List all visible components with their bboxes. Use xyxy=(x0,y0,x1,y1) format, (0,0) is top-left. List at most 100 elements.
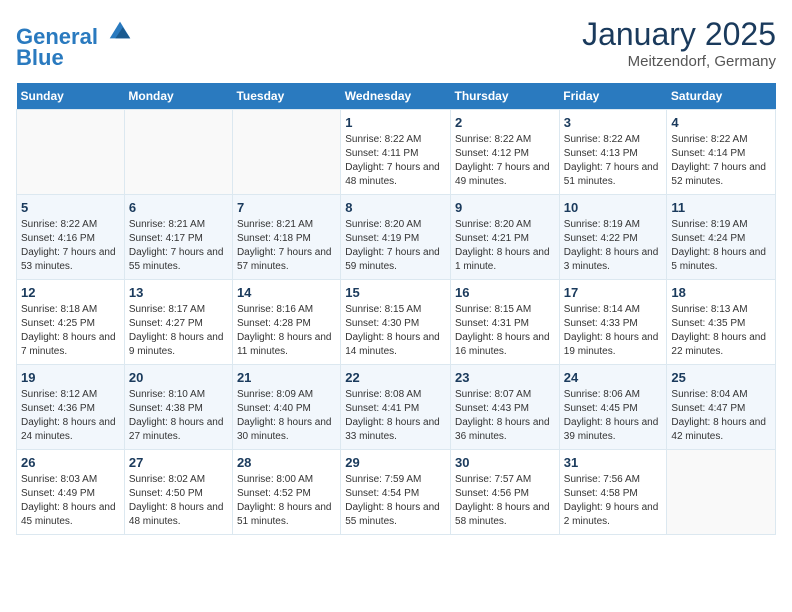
calendar-cell: 30 Sunrise: 7:57 AMSunset: 4:56 PMDayligh… xyxy=(451,450,560,535)
weekday-header-wednesday: Wednesday xyxy=(341,83,451,110)
day-number: 16 xyxy=(455,285,555,300)
day-info: Sunrise: 8:02 AMSunset: 4:50 PMDaylight:… xyxy=(129,473,228,529)
page-header: General Blue January 2025 Meitzendorf, G… xyxy=(16,16,776,71)
calendar-cell: 8Sunrise: 8:20 AMSunset: 4:19 PMDaylight… xyxy=(341,195,451,280)
title-area: January 2025 Meitzendorf, Germany xyxy=(582,16,776,70)
day-number: 1 xyxy=(345,115,446,130)
day-info: Sunrise: 8:22 AMSunset: 4:14 PMDaylight:… xyxy=(671,133,771,189)
calendar-week-row: 1 Sunrise: 8:22 AMSunset: 4:11 PMDaylight… xyxy=(17,110,776,195)
weekday-header-sunday: Sunday xyxy=(17,83,125,110)
calendar-week-row: 19 Sunrise: 8:12 AMSunset: 4:36 PMDayligh… xyxy=(17,365,776,450)
location-title: Meitzendorf, Germany xyxy=(582,53,776,70)
day-info: Sunrise: 7:57 AMSunset: 4:56 PMDaylight:… xyxy=(455,473,555,529)
calendar-cell: 4 Sunrise: 8:22 AMSunset: 4:14 PMDaylight… xyxy=(667,110,776,195)
calendar-cell: 3 Sunrise: 8:22 AMSunset: 4:13 PMDaylight… xyxy=(559,110,667,195)
day-info: Sunrise: 8:14 AMSunset: 4:33 PMDaylight:… xyxy=(564,303,663,359)
calendar-cell: 5Sunrise: 8:22 AMSunset: 4:16 PMDaylight… xyxy=(17,195,125,280)
calendar-cell xyxy=(232,110,340,195)
day-info: Sunrise: 8:16 AMSunset: 4:28 PMDaylight:… xyxy=(237,303,336,359)
day-info: Sunrise: 8:03 AMSunset: 4:49 PMDaylight:… xyxy=(21,473,120,529)
day-number: 20 xyxy=(129,370,228,385)
day-number: 22 xyxy=(345,370,446,385)
calendar-cell: 6 Sunrise: 8:21 AMSunset: 4:17 PMDaylight… xyxy=(124,195,232,280)
day-info: Sunrise: 8:10 AMSunset: 4:38 PMDaylight:… xyxy=(129,388,228,444)
day-number: 29 xyxy=(345,455,446,470)
day-number: 2 xyxy=(455,115,555,130)
day-number: 23 xyxy=(455,370,555,385)
day-number: 13 xyxy=(129,285,228,300)
day-info: Sunrise: 8:19 AMSunset: 4:22 PMDaylight:… xyxy=(564,218,663,274)
day-number: 12 xyxy=(21,285,120,300)
day-number: 24 xyxy=(564,370,663,385)
calendar-cell: 9 Sunrise: 8:20 AMSunset: 4:21 PMDaylight… xyxy=(451,195,560,280)
calendar-cell: 31 Sunrise: 7:56 AMSunset: 4:58 PMDayligh… xyxy=(559,450,667,535)
day-number: 18 xyxy=(671,285,771,300)
calendar-cell: 11 Sunrise: 8:19 AMSunset: 4:24 PMDayligh… xyxy=(667,195,776,280)
day-info: Sunrise: 8:12 AMSunset: 4:36 PMDaylight:… xyxy=(21,388,120,444)
day-info: Sunrise: 8:22 AMSunset: 4:12 PMDaylight:… xyxy=(455,133,555,189)
day-number: 30 xyxy=(455,455,555,470)
day-number: 14 xyxy=(237,285,336,300)
calendar-table: SundayMondayTuesdayWednesdayThursdayFrid… xyxy=(16,83,776,535)
day-number: 26 xyxy=(21,455,120,470)
weekday-header-friday: Friday xyxy=(559,83,667,110)
day-info: Sunrise: 8:09 AMSunset: 4:40 PMDaylight:… xyxy=(237,388,336,444)
calendar-cell: 24 Sunrise: 8:06 AMSunset: 4:45 PMDayligh… xyxy=(559,365,667,450)
day-number: 27 xyxy=(129,455,228,470)
logo: General Blue xyxy=(16,16,134,71)
day-number: 21 xyxy=(237,370,336,385)
calendar-cell: 25 Sunrise: 8:04 AMSunset: 4:47 PMDayligh… xyxy=(667,365,776,450)
day-info: Sunrise: 7:56 AMSunset: 4:58 PMDaylight:… xyxy=(564,473,663,529)
calendar-cell: 16 Sunrise: 8:15 AMSunset: 4:31 PMDayligh… xyxy=(451,280,560,365)
day-info: Sunrise: 8:06 AMSunset: 4:45 PMDaylight:… xyxy=(564,388,663,444)
calendar-body: 1 Sunrise: 8:22 AMSunset: 4:11 PMDaylight… xyxy=(17,110,776,535)
day-number: 11 xyxy=(671,200,771,215)
day-info: Sunrise: 8:15 AMSunset: 4:31 PMDaylight:… xyxy=(455,303,555,359)
calendar-week-row: 5Sunrise: 8:22 AMSunset: 4:16 PMDaylight… xyxy=(17,195,776,280)
day-info: Sunrise: 8:19 AMSunset: 4:24 PMDaylight:… xyxy=(671,218,771,274)
calendar-cell: 15Sunrise: 8:15 AMSunset: 4:30 PMDayligh… xyxy=(341,280,451,365)
day-number: 31 xyxy=(564,455,663,470)
day-number: 4 xyxy=(671,115,771,130)
logo-icon xyxy=(106,16,134,44)
calendar-cell: 26 Sunrise: 8:03 AMSunset: 4:49 PMDayligh… xyxy=(17,450,125,535)
calendar-cell: 12Sunrise: 8:18 AMSunset: 4:25 PMDayligh… xyxy=(17,280,125,365)
calendar-cell: 13Sunrise: 8:17 AMSunset: 4:27 PMDayligh… xyxy=(124,280,232,365)
day-info: Sunrise: 8:08 AMSunset: 4:41 PMDaylight:… xyxy=(345,388,446,444)
day-number: 6 xyxy=(129,200,228,215)
day-info: Sunrise: 8:22 AMSunset: 4:16 PMDaylight:… xyxy=(21,218,120,274)
calendar-cell: 19 Sunrise: 8:12 AMSunset: 4:36 PMDayligh… xyxy=(17,365,125,450)
calendar-cell xyxy=(124,110,232,195)
day-number: 3 xyxy=(564,115,663,130)
day-info: Sunrise: 8:22 AMSunset: 4:13 PMDaylight:… xyxy=(564,133,663,189)
day-number: 28 xyxy=(237,455,336,470)
calendar-cell: 27 Sunrise: 8:02 AMSunset: 4:50 PMDayligh… xyxy=(124,450,232,535)
calendar-cell: 23Sunrise: 8:07 AMSunset: 4:43 PMDayligh… xyxy=(451,365,560,450)
day-info: Sunrise: 8:21 AMSunset: 4:18 PMDaylight:… xyxy=(237,218,336,274)
day-info: Sunrise: 8:20 AMSunset: 4:21 PMDaylight:… xyxy=(455,218,555,274)
day-number: 15 xyxy=(345,285,446,300)
day-number: 19 xyxy=(21,370,120,385)
day-info: Sunrise: 8:13 AMSunset: 4:35 PMDaylight:… xyxy=(671,303,771,359)
calendar-cell: 21 Sunrise: 8:09 AMSunset: 4:40 PMDayligh… xyxy=(232,365,340,450)
day-number: 9 xyxy=(455,200,555,215)
calendar-cell: 1 Sunrise: 8:22 AMSunset: 4:11 PMDaylight… xyxy=(341,110,451,195)
day-info: Sunrise: 8:22 AMSunset: 4:11 PMDaylight:… xyxy=(345,133,446,189)
day-info: Sunrise: 7:59 AMSunset: 4:54 PMDaylight:… xyxy=(345,473,446,529)
weekday-header-tuesday: Tuesday xyxy=(232,83,340,110)
day-info: Sunrise: 8:00 AMSunset: 4:52 PMDaylight:… xyxy=(237,473,336,529)
day-info: Sunrise: 8:20 AMSunset: 4:19 PMDaylight:… xyxy=(345,218,446,274)
day-number: 10 xyxy=(564,200,663,215)
day-number: 17 xyxy=(564,285,663,300)
day-info: Sunrise: 8:04 AMSunset: 4:47 PMDaylight:… xyxy=(671,388,771,444)
calendar-cell: 20 Sunrise: 8:10 AMSunset: 4:38 PMDayligh… xyxy=(124,365,232,450)
calendar-cell: 14 Sunrise: 8:16 AMSunset: 4:28 PMDayligh… xyxy=(232,280,340,365)
day-info: Sunrise: 8:21 AMSunset: 4:17 PMDaylight:… xyxy=(129,218,228,274)
calendar-cell: 10 Sunrise: 8:19 AMSunset: 4:22 PMDayligh… xyxy=(559,195,667,280)
calendar-week-row: 12Sunrise: 8:18 AMSunset: 4:25 PMDayligh… xyxy=(17,280,776,365)
day-number: 7 xyxy=(237,200,336,215)
day-number: 25 xyxy=(671,370,771,385)
calendar-cell: 28 Sunrise: 8:00 AMSunset: 4:52 PMDayligh… xyxy=(232,450,340,535)
calendar-cell: 29 Sunrise: 7:59 AMSunset: 4:54 PMDayligh… xyxy=(341,450,451,535)
calendar-cell: 2 Sunrise: 8:22 AMSunset: 4:12 PMDaylight… xyxy=(451,110,560,195)
